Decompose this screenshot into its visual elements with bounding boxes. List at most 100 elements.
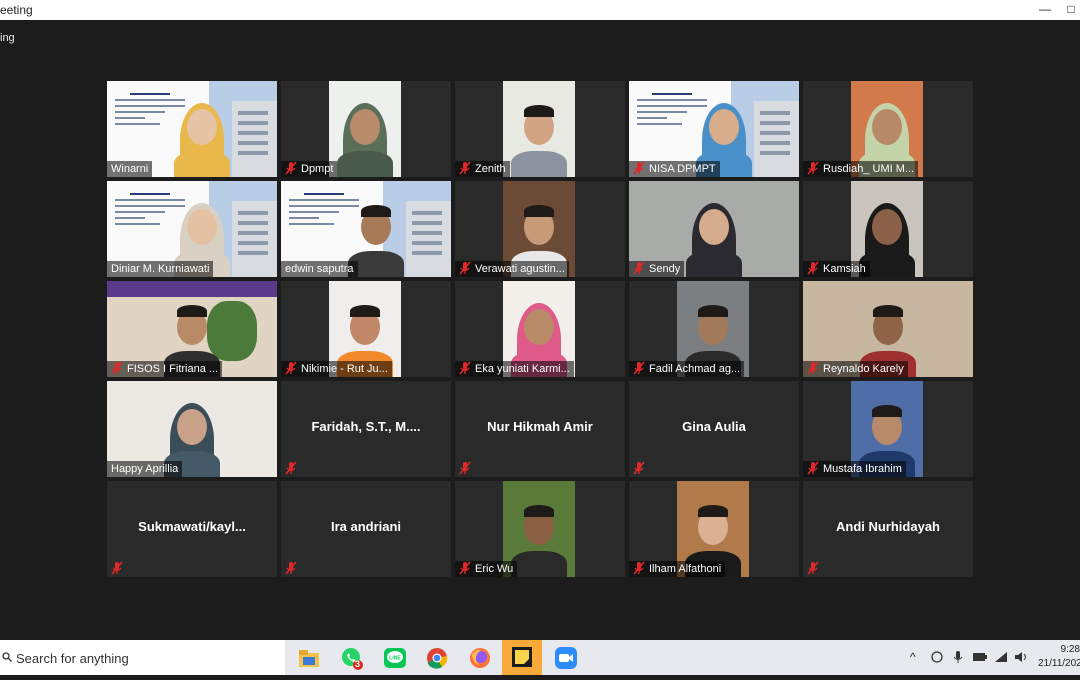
windows-taskbar: Search for anything 3 LINE ^ 9:28 21/11/… <box>0 640 1080 675</box>
muted-mic-icon <box>284 461 298 475</box>
participant-name-label: NISA DPMPT <box>629 161 720 177</box>
muted-mic-icon <box>458 261 472 275</box>
participant-name-label: Diniar M. Kurniawati <box>107 261 214 277</box>
muted-mic-icon <box>458 561 472 575</box>
muted-mic-icon <box>632 361 646 375</box>
participant-tile[interactable]: Gina Aulia <box>629 381 799 477</box>
participant-name-label: Reynaldo Karely <box>803 361 908 377</box>
participant-tile[interactable]: Sendy <box>629 181 799 277</box>
participant-tile[interactable]: Verawati agustin... <box>455 181 625 277</box>
participant-tile[interactable]: Eka yuniati Karmi... <box>455 281 625 377</box>
participant-name: Sendy <box>649 263 681 275</box>
muted-mic-icon <box>458 461 472 475</box>
participant-tile[interactable]: Reynaldo Karely <box>803 281 973 377</box>
meeting-subtitle: ing <box>0 32 15 44</box>
muted-mic-icon <box>458 361 472 375</box>
muted-mic-icon <box>632 261 646 275</box>
line-icon[interactable]: LINE <box>382 645 408 671</box>
clock-date: 21/11/202 <box>1038 658 1080 669</box>
participant-name-label: FISOS I Fitriana ... <box>107 361 223 377</box>
zoom-icon[interactable] <box>553 645 579 671</box>
taskbar-search-box[interactable]: Search for anything <box>0 640 285 675</box>
participant-name: Sukmawati/kayl... <box>138 519 246 534</box>
tray-chevron-icon[interactable]: ^ <box>910 650 916 664</box>
window-title: eeting <box>0 3 33 17</box>
participant-name-label: edwin saputra <box>281 261 358 277</box>
participant-tile[interactable]: Rusdiah_ UMI M... <box>803 81 973 177</box>
participant-name: Winarni <box>111 163 149 175</box>
participant-name: NISA DPMPT <box>649 163 716 175</box>
minimize-button[interactable]: — <box>1032 0 1058 20</box>
whatsapp-icon[interactable]: 3 <box>339 645 365 671</box>
muted-mic-icon <box>806 161 820 175</box>
participant-name-label: Kamsiah <box>803 261 870 277</box>
whatsapp-badge: 3 <box>355 659 361 669</box>
participant-name: Eric Wu <box>475 563 514 575</box>
participant-name-label: Eric Wu <box>455 561 518 577</box>
participant-tile[interactable]: Mustafa Ibrahim <box>803 381 973 477</box>
maximize-button[interactable]: □ <box>1058 0 1080 20</box>
participant-name-label: Ilham Alfathoni <box>629 561 726 577</box>
participant-tile[interactable]: Faridah, S.T., M.... <box>281 381 451 477</box>
search-icon <box>2 652 12 662</box>
participant-name-label: Mustafa Ibrahim <box>803 461 906 477</box>
participant-tile[interactable]: Andi Nurhidayah <box>803 481 973 577</box>
participant-tile[interactable]: NISA DPMPT <box>629 81 799 177</box>
muted-mic-icon <box>632 161 646 175</box>
participant-name: Nikimie - Rut Ju... <box>301 363 388 375</box>
participant-tile[interactable]: FISOS I Fitriana ... <box>107 281 277 377</box>
file-explorer-icon[interactable] <box>296 645 322 671</box>
wifi-icon[interactable] <box>994 650 1008 664</box>
participant-tile[interactable]: Eric Wu <box>455 481 625 577</box>
participant-tile[interactable]: Ilham Alfathoni <box>629 481 799 577</box>
window-titlebar: eeting — □ <box>0 0 1080 20</box>
firefox-icon[interactable] <box>467 645 493 671</box>
battery-icon[interactable] <box>972 650 988 664</box>
muted-mic-icon <box>806 261 820 275</box>
participant-name: Happy Aprillia <box>111 463 179 475</box>
participant-tile[interactable]: Fadil Achmad ag... <box>629 281 799 377</box>
participant-tile[interactable]: Kamsiah <box>803 181 973 277</box>
muted-mic-icon <box>284 161 298 175</box>
svg-text:LINE: LINE <box>389 656 401 662</box>
participant-name: Mustafa Ibrahim <box>823 463 902 475</box>
muted-mic-icon <box>284 361 298 375</box>
participant-name: Fadil Achmad ag... <box>649 363 741 375</box>
participant-tile[interactable]: Ira andriani <box>281 481 451 577</box>
participant-name-label: Nikimie - Rut Ju... <box>281 361 392 377</box>
participant-video <box>329 81 401 177</box>
muted-mic-icon <box>110 561 124 575</box>
participant-name: FISOS I Fitriana ... <box>127 363 219 375</box>
participant-name: edwin saputra <box>285 263 354 275</box>
participant-tile[interactable]: Dpmpt <box>281 81 451 177</box>
participant-name: Reynaldo Karely <box>823 363 904 375</box>
participant-tile[interactable]: Zenith <box>455 81 625 177</box>
participant-name: Dpmpt <box>301 163 334 175</box>
participant-tile[interactable]: edwin saputra <box>281 181 451 277</box>
participant-tile[interactable]: Happy Aprillia <box>107 381 277 477</box>
muted-mic-icon <box>806 561 820 575</box>
participant-name-label: Verawati agustin... <box>455 261 569 277</box>
participant-name: Nur Hikmah Amir <box>487 419 593 434</box>
participant-name: Rusdiah_ UMI M... <box>823 163 915 175</box>
volume-icon[interactable] <box>1013 650 1029 664</box>
microphone-icon[interactable] <box>952 650 964 664</box>
muted-mic-icon <box>458 161 472 175</box>
participant-tile[interactable]: Winarni <box>107 81 277 177</box>
sticky-notes-icon[interactable] <box>502 640 542 675</box>
participant-tile[interactable]: Nur Hikmah Amir <box>455 381 625 477</box>
participant-tile[interactable]: Diniar M. Kurniawati <box>107 181 277 277</box>
tray-cloud-icon[interactable] <box>930 650 944 664</box>
participant-name: Ira andriani <box>330 519 402 534</box>
participant-name-label: Eka yuniati Karmi... <box>455 361 574 377</box>
participant-name: Zenith <box>475 163 506 175</box>
muted-mic-icon <box>632 461 646 475</box>
muted-mic-icon <box>806 361 820 375</box>
participant-tile[interactable]: Sukmawati/kayl... <box>107 481 277 577</box>
participant-name-label: Dpmpt <box>281 161 338 177</box>
taskbar-clock[interactable]: 9:28 21/11/202 <box>1038 643 1080 671</box>
participant-name: Gina Aulia <box>682 419 746 434</box>
chrome-icon[interactable] <box>424 645 450 671</box>
participant-name: Ilham Alfathoni <box>649 563 722 575</box>
participant-tile[interactable]: Nikimie - Rut Ju... <box>281 281 451 377</box>
